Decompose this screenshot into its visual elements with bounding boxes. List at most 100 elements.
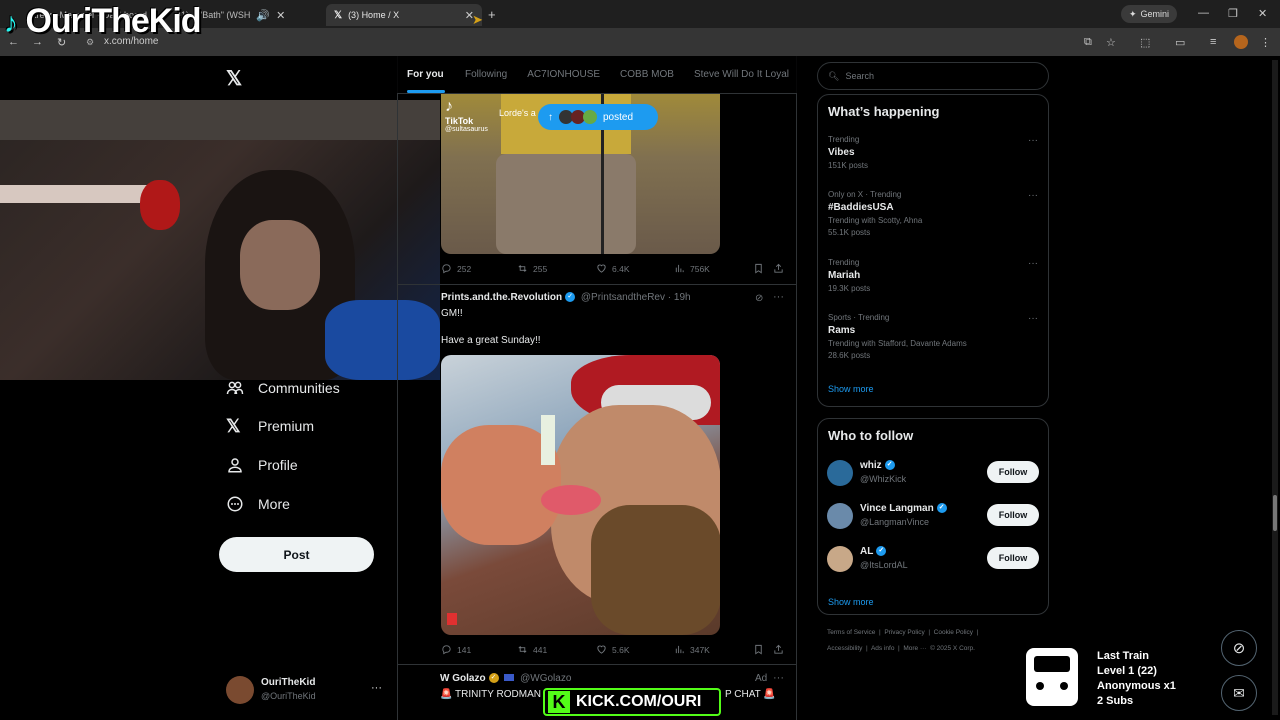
nav-profile[interactable]: Profile bbox=[226, 451, 298, 479]
account-switcher[interactable]: OuriTheKid @OuriTheKid ··· bbox=[226, 674, 386, 706]
share-icon bbox=[774, 644, 783, 654]
gemini-button[interactable]: ✦ Gemini bbox=[1121, 5, 1178, 23]
minimize-icon[interactable]: — bbox=[1198, 7, 1209, 19]
more-dots-icon[interactable]: ··· bbox=[773, 291, 784, 303]
post-handle[interactable]: @PrintsandtheRev bbox=[581, 292, 665, 303]
views-button[interactable]: 756K bbox=[674, 263, 710, 274]
reply-button[interactable]: 141 bbox=[441, 644, 471, 655]
search-icon: 🔍︎ bbox=[828, 70, 840, 81]
post-handle[interactable]: @WGolazo bbox=[520, 673, 571, 684]
url-field[interactable]: ⚙ x.com/home bbox=[86, 33, 1066, 51]
tab-list-ac7ionhouse[interactable]: AC7IONHOUSE bbox=[517, 56, 610, 93]
post-text-line: P CHAT 🚨 bbox=[725, 689, 776, 700]
face bbox=[240, 220, 320, 310]
like-button[interactable]: 6.4K bbox=[596, 263, 630, 274]
share-button[interactable] bbox=[773, 263, 784, 274]
verified-badge-icon: ✓ bbox=[936, 503, 947, 514]
x-favicon-icon: 𝕏 bbox=[334, 9, 343, 21]
repost-button[interactable]: 441 bbox=[517, 644, 547, 655]
trend-item[interactable]: Trending Mariah 19.3K posts ··· bbox=[828, 258, 1038, 293]
tab-for-you[interactable]: For you bbox=[397, 56, 455, 93]
train-stats: Last Train Level 1 (22) Anonymous x1 2 S… bbox=[1097, 649, 1176, 709]
close-window-icon[interactable]: ✕ bbox=[1258, 7, 1267, 20]
trend-name: #BaddiesUSA bbox=[828, 202, 894, 213]
scrollbar[interactable] bbox=[1272, 60, 1278, 715]
new-tab-icon[interactable]: + bbox=[488, 7, 496, 22]
bookmark-star-icon[interactable]: ☆ bbox=[1106, 36, 1116, 49]
sidebar-icon[interactable]: ▭ bbox=[1175, 36, 1185, 49]
messages-icon[interactable]: ✉ bbox=[1221, 675, 1257, 711]
reply-icon bbox=[442, 645, 451, 655]
follow-label: Follow bbox=[998, 510, 1028, 520]
bookmark-icon bbox=[755, 263, 762, 274]
tab-label: Steve Will Do It Loyal bbox=[693, 69, 789, 80]
show-more-link[interactable]: Show more bbox=[828, 597, 874, 607]
post-header: W Golazo ✓ @WGolazo bbox=[440, 673, 571, 684]
profile-avatar[interactable] bbox=[1234, 35, 1248, 49]
like-button[interactable]: 5.6K bbox=[596, 644, 630, 655]
tab-list-cobb-mob[interactable]: COBB MOB bbox=[610, 56, 684, 93]
kick-url: KICK.COM/OURI bbox=[576, 693, 702, 710]
trend-item[interactable]: Trending Vibes 151K posts ··· bbox=[828, 135, 1038, 170]
more-dots-icon[interactable]: ··· bbox=[1028, 313, 1038, 324]
x-logo-icon[interactable]: 𝕏 bbox=[226, 66, 242, 91]
streamer-name: OuriTheKid bbox=[25, 2, 201, 40]
more-dots-icon[interactable]: ··· bbox=[773, 672, 784, 684]
tiktok-label: TikTok bbox=[445, 116, 474, 126]
trend-name: Vibes bbox=[828, 147, 855, 158]
tab-list-steve[interactable]: Steve Will Do It Loyal bbox=[684, 56, 799, 93]
post-image[interactable] bbox=[441, 355, 720, 635]
wall-poster bbox=[0, 100, 440, 140]
menu-kebab-icon[interactable]: ⋮ bbox=[1260, 36, 1271, 49]
bookmark-button[interactable] bbox=[753, 263, 764, 274]
reply-button[interactable]: 252 bbox=[441, 263, 471, 274]
bookmark-button[interactable] bbox=[753, 644, 764, 655]
shorts bbox=[496, 154, 636, 254]
follow-label: Follow bbox=[998, 467, 1028, 477]
more-dots-icon[interactable]: ··· bbox=[371, 682, 382, 694]
footer-links[interactable]: Accessibility | Ads info | More ··· © 20… bbox=[827, 645, 975, 652]
close-icon[interactable]: ✕ bbox=[276, 9, 285, 22]
post-author[interactable]: Prints.and.the.Revolution bbox=[441, 292, 562, 303]
new-posts-pill[interactable]: ↑ posted bbox=[538, 104, 658, 130]
tab-following[interactable]: Following bbox=[455, 56, 517, 93]
search-input[interactable]: 🔍︎ Search bbox=[817, 62, 1049, 90]
follow-button[interactable]: Follow bbox=[987, 461, 1039, 483]
extensions-icon[interactable]: ⬚ bbox=[1140, 36, 1150, 49]
communities-icon bbox=[226, 381, 244, 395]
post-button[interactable]: Post bbox=[219, 537, 374, 572]
nav-premium[interactable]: 𝕏 Premium bbox=[226, 412, 314, 440]
post-author[interactable]: W Golazo bbox=[440, 673, 486, 684]
grok-icon[interactable]: ⊘ bbox=[1221, 630, 1257, 666]
follow-button[interactable]: Follow bbox=[987, 504, 1039, 526]
timeline-tabs: For you Following AC7IONHOUSE COBB MOB S… bbox=[397, 56, 797, 94]
views-button[interactable]: 347K bbox=[674, 644, 710, 655]
footer-links[interactable]: Terms of Service | Privacy Policy | Cook… bbox=[827, 629, 978, 636]
share-button[interactable] bbox=[773, 644, 784, 655]
verified-badge-icon: ✓ bbox=[876, 546, 887, 557]
restore-icon[interactable]: ❐ bbox=[1228, 7, 1238, 20]
more-dots-icon[interactable]: ··· bbox=[1028, 190, 1038, 201]
nav-communities[interactable]: Communities bbox=[226, 374, 340, 402]
flag-icon bbox=[504, 674, 515, 681]
repost-button[interactable]: 255 bbox=[517, 263, 547, 274]
more-dots-icon[interactable]: ··· bbox=[1028, 135, 1038, 146]
reading-list-icon[interactable]: ≡ bbox=[1210, 36, 1216, 48]
tab-x-home[interactable]: 𝕏 (3) Home / X ✕ bbox=[326, 4, 482, 26]
more-dots-icon[interactable]: ··· bbox=[1028, 258, 1038, 269]
nav-more[interactable]: More bbox=[226, 490, 290, 518]
views-count: 756K bbox=[690, 263, 710, 274]
trend-item[interactable]: Sports · Trending Rams Trending with Sta… bbox=[828, 313, 1038, 360]
post-time[interactable]: · 19h bbox=[668, 292, 691, 303]
train-light bbox=[1036, 682, 1044, 690]
screen-cast-icon[interactable]: ⧉ bbox=[1084, 36, 1092, 49]
follow-button[interactable]: Follow bbox=[987, 547, 1039, 569]
trend-name: Mariah bbox=[828, 270, 861, 281]
grok-icon[interactable]: ⊘ bbox=[755, 293, 763, 304]
post-text-partial: Lorde's a bbox=[499, 108, 536, 118]
trend-item[interactable]: Only on X · Trending #BaddiesUSA Trendin… bbox=[828, 190, 1038, 237]
show-more-link[interactable]: Show more bbox=[828, 384, 874, 394]
gemini-label: Gemini bbox=[1140, 9, 1170, 19]
scrollbar-thumb[interactable] bbox=[1273, 495, 1277, 531]
tiktok-handle: @sultasaurus bbox=[445, 126, 488, 133]
